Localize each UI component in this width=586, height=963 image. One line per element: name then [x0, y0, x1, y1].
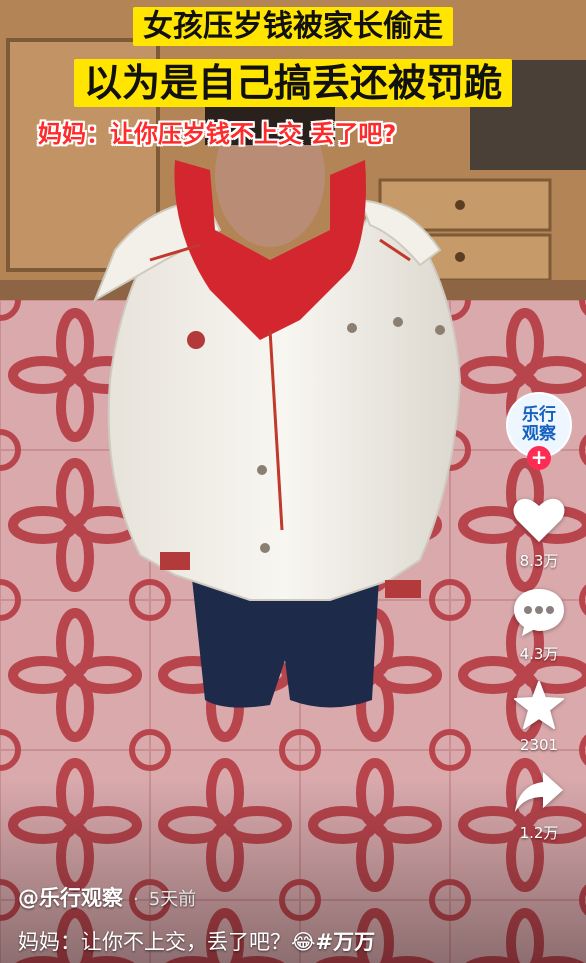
- like-count: 8.3万: [519, 552, 559, 570]
- comment-bubble-icon: [514, 589, 564, 636]
- creator-avatar-button[interactable]: 乐行观察 +: [504, 392, 574, 480]
- share-arrow-icon: [515, 772, 563, 812]
- post-caption: 妈妈：让你不上交，丢了吧？😂#万万: [18, 926, 375, 956]
- video-title-line-2: 以为是自己搞丢还被罚跪: [0, 54, 586, 112]
- favorite-button[interactable]: 2301: [513, 680, 565, 754]
- action-rail: 乐行观察 + 8.3万 4.3万 2301 1.2万: [502, 392, 576, 843]
- comment-count: 4.3万: [519, 645, 559, 663]
- video-title-text-1: 女孩压岁钱被家长偷走: [133, 7, 453, 46]
- star-icon: [514, 681, 564, 729]
- post-meta: @乐行观察 · 5天前: [18, 882, 196, 912]
- favorite-count: 2301: [519, 736, 559, 754]
- share-count: 1.2万: [519, 824, 559, 842]
- hashtag-link[interactable]: #万万: [316, 930, 376, 954]
- avatar-label: 乐行观察: [522, 405, 556, 444]
- follow-button[interactable]: +: [527, 446, 551, 470]
- video-subtitle: 妈妈：让你压岁钱不上交 丢了吧?: [38, 120, 397, 148]
- video-title-text-2: 以为是自己搞丢还被罚跪: [73, 59, 512, 107]
- video-title-line-1: 女孩压岁钱被家长偷走: [0, 4, 586, 50]
- laughing-emoji-icon: 😂: [291, 930, 316, 954]
- share-button[interactable]: 1.2万: [513, 770, 565, 843]
- caption-text: 妈妈：让你不上交，丢了吧？: [18, 930, 291, 954]
- post-time: 5天前: [148, 889, 197, 910]
- meta-separator: ·: [133, 889, 139, 910]
- heart-icon: [513, 498, 565, 542]
- like-button[interactable]: 8.3万: [512, 496, 566, 571]
- author-name[interactable]: @乐行观察: [18, 882, 123, 912]
- comment-button[interactable]: 4.3万: [512, 587, 566, 664]
- video-feed-screen: 女孩压岁钱被家长偷走 以为是自己搞丢还被罚跪 妈妈：让你压岁钱不上交 丢了吧? …: [0, 0, 586, 963]
